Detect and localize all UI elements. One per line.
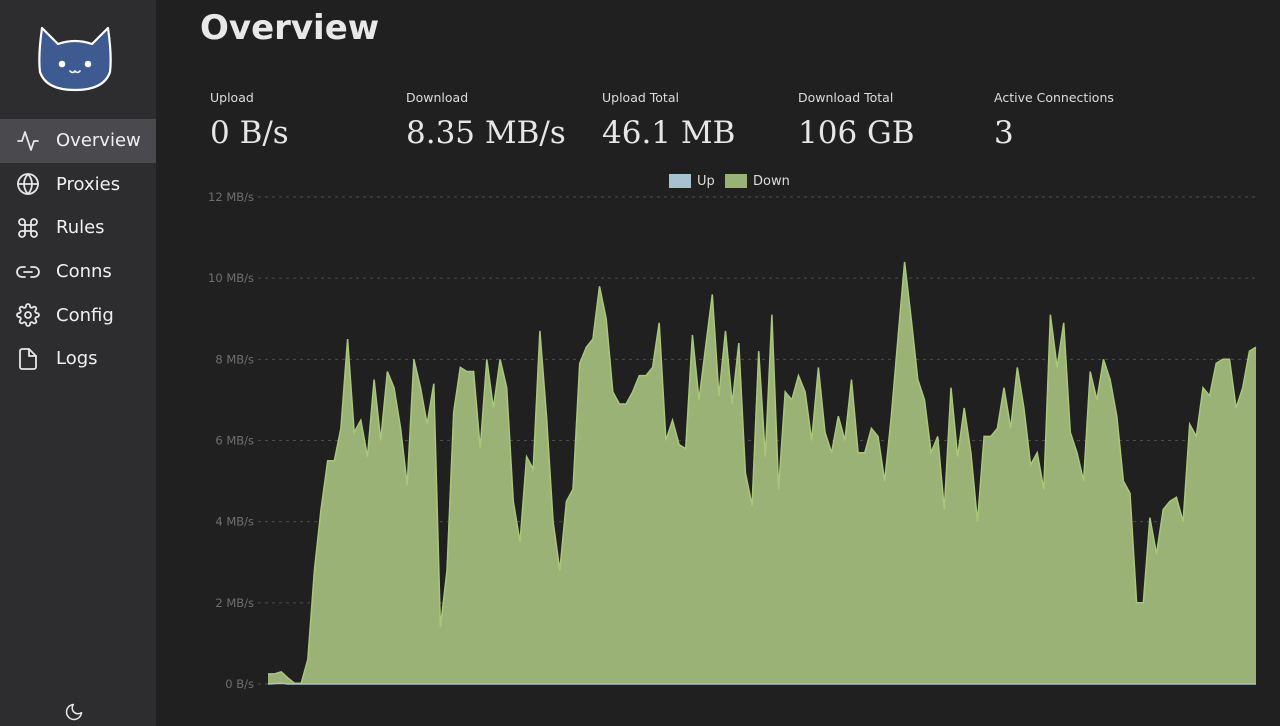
y-tick-label: 0 B/s xyxy=(225,677,254,691)
y-tick-label: 2 MB/s xyxy=(215,596,254,610)
theme-toggle-button[interactable] xyxy=(64,702,84,722)
sidebar-item-rules[interactable]: Rules xyxy=(0,206,156,250)
sidebar-item-label: Rules xyxy=(56,217,105,239)
y-tick-label: 6 MB/s xyxy=(215,434,254,448)
legend-label-down[interactable]: Down xyxy=(753,174,790,189)
sidebar-item-overview[interactable]: Overview xyxy=(0,119,156,163)
sidebar-item-proxies[interactable]: Proxies xyxy=(0,163,156,207)
y-tick-label: 12 MB/s xyxy=(208,190,254,204)
link-icon xyxy=(15,259,41,285)
sidebar-item-config[interactable]: Config xyxy=(0,293,156,337)
clash-cat-logo[interactable] xyxy=(38,26,112,92)
sidebar-item-label: Config xyxy=(56,304,114,326)
sidebar-item-label: Overview xyxy=(56,130,141,152)
y-tick-label: 4 MB/s xyxy=(215,515,254,529)
main-content: Overview Upload 0 B/s Download 8.35 MB/s… xyxy=(156,0,1280,726)
y-axis-ticks: 0 B/s 2 MB/s 4 MB/s 6 MB/s 8 MB/s 10 MB/s 12 M… xyxy=(208,190,254,691)
chart-legend[interactable]: Up Down xyxy=(669,174,790,189)
y-tick-label: 10 MB/s xyxy=(208,271,254,285)
legend-label-up[interactable]: Up xyxy=(697,174,715,189)
settings-icon xyxy=(15,302,41,328)
series-line-up xyxy=(267,682,1256,685)
sidebar-item-label: Logs xyxy=(56,348,98,370)
sidebar-item-logs[interactable]: Logs xyxy=(0,337,156,381)
sidebar-item-conns[interactable]: Conns xyxy=(0,250,156,294)
y-tick-label: 8 MB/s xyxy=(215,352,254,366)
file-icon xyxy=(15,346,41,372)
chart-series xyxy=(267,261,1257,685)
legend-swatch-down[interactable] xyxy=(725,174,747,188)
command-icon xyxy=(15,215,41,241)
traffic-chart: 0 B/s 2 MB/s 4 MB/s 6 MB/s 8 MB/s 10 MB/s 12 M… xyxy=(208,174,1257,691)
sidebar: Overview Proxies Rules Conns Config Logs xyxy=(0,0,156,726)
sidebar-nav: Overview Proxies Rules Conns Config Logs xyxy=(0,119,156,381)
activity-icon xyxy=(15,128,41,154)
moon-icon xyxy=(65,703,83,721)
globe-icon xyxy=(15,171,41,197)
legend-swatch-up[interactable] xyxy=(669,174,691,188)
sidebar-item-label: Conns xyxy=(56,261,112,283)
series-area-down xyxy=(268,261,1256,684)
sidebar-item-label: Proxies xyxy=(56,173,121,195)
